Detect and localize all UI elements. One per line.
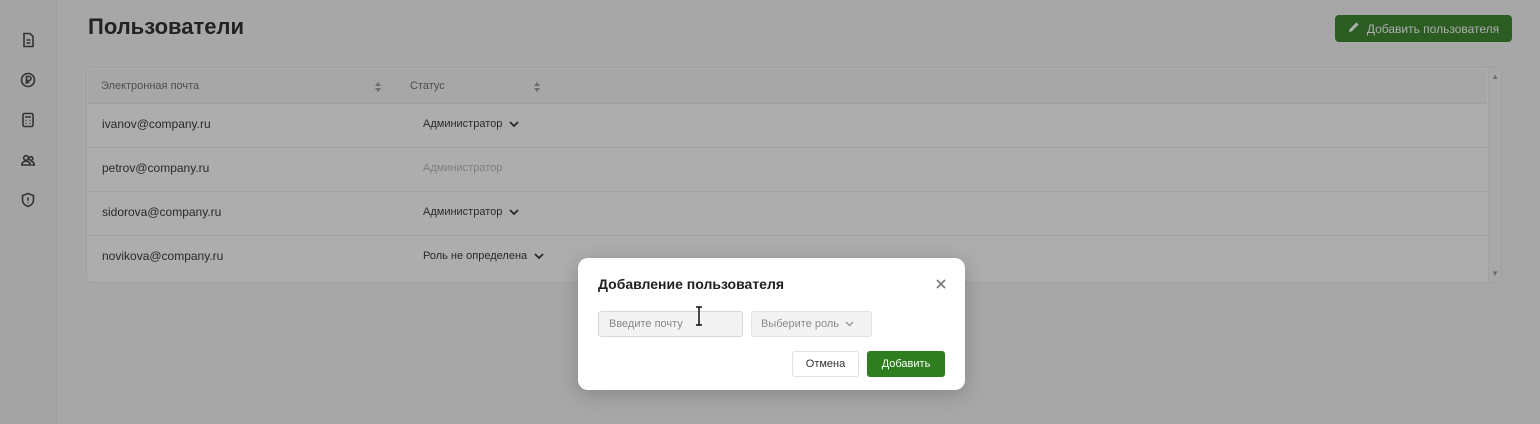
chevron-down-icon — [845, 321, 854, 327]
cancel-button[interactable]: Отмена — [792, 351, 859, 377]
text-cursor-icon — [694, 306, 704, 326]
add-user-dialog: Добавление пользователя Выберите роль От… — [578, 258, 965, 390]
role-select[interactable]: Выберите роль — [751, 311, 872, 337]
role-select-placeholder: Выберите роль — [761, 318, 840, 330]
dialog-title: Добавление пользователя — [598, 276, 785, 292]
add-button[interactable]: Добавить — [867, 351, 945, 377]
close-icon[interactable] — [935, 277, 947, 289]
email-input[interactable] — [598, 311, 743, 337]
